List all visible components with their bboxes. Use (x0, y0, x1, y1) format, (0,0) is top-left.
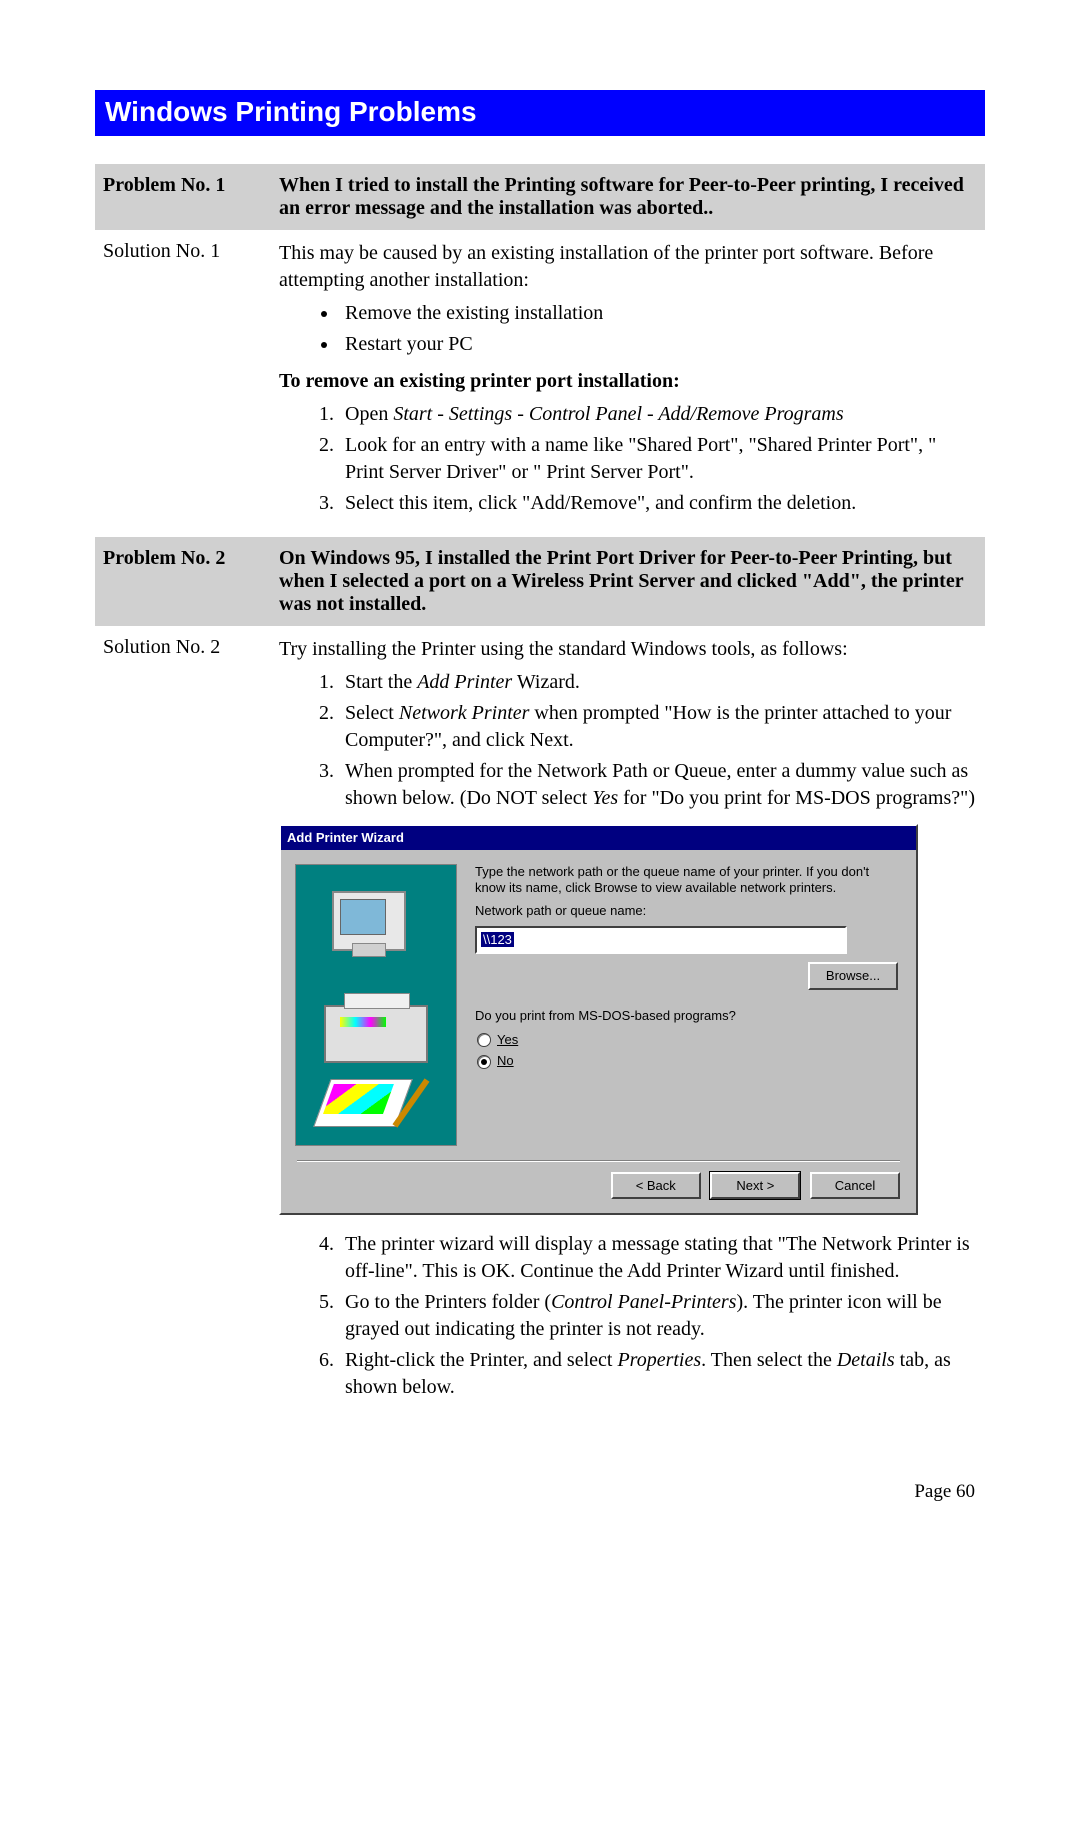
step-text: for "Do you print for MS-DOS programs?") (618, 787, 975, 809)
solution-row: Solution No. 2 Try installing the Printe… (95, 626, 985, 1421)
step-text: Right-click the Printer, and select (345, 1349, 617, 1371)
document-page: Windows Printing Problems Problem No. 1 … (0, 0, 1080, 1543)
radio-no-row[interactable]: No (477, 1052, 900, 1070)
dialog-body: Type the network path or the queue name … (281, 850, 916, 1154)
section-heading: Windows Printing Problems (95, 90, 985, 136)
radio-no-label: No (497, 1053, 514, 1068)
step-text: Start the (345, 671, 417, 693)
msdos-question: Do you print from MS-DOS-based programs? (475, 1008, 900, 1025)
solution-label: Solution No. 2 (95, 626, 271, 1421)
wizard-screenshot: Add Printer Wizard Type the network path… (279, 824, 977, 1215)
monitor-icon (332, 891, 406, 951)
next-button[interactable]: Next > (710, 1172, 800, 1200)
list-item: Select this item, click "Add/Remove", an… (339, 490, 977, 517)
step-text: Select this item, click "Add/Remove", an… (345, 492, 856, 514)
list-item: Look for an entry with a name like "Shar… (339, 432, 977, 486)
list-item: The printer wizard will display a messag… (339, 1231, 977, 1285)
step-italic: Start - Settings - Control Panel - Add/R… (393, 403, 843, 425)
problem-label: Problem No. 1 (95, 164, 271, 230)
dialog-title-bar: Add Printer Wizard (281, 826, 916, 850)
dialog-button-row: < Back Next > Cancel (281, 1162, 916, 1214)
step-italic: Add Printer (417, 671, 512, 693)
printer-icon (324, 1005, 428, 1063)
wizard-form-panel: Type the network path or the queue name … (475, 864, 900, 1146)
list-item: When prompted for the Network Path or Qu… (339, 758, 977, 812)
step-italic: Details (837, 1349, 895, 1371)
wizard-description: Type the network path or the queue name … (475, 864, 900, 898)
back-button[interactable]: < Back (611, 1172, 701, 1200)
step-text: Go to the Printers folder ( (345, 1291, 551, 1313)
step-text: Select (345, 702, 399, 724)
field-label: Network path or queue name: (475, 903, 900, 920)
solution-intro: This may be caused by an existing instal… (279, 240, 977, 294)
list-item: Select Network Printer when prompted "Ho… (339, 700, 977, 754)
step-italic: Yes (592, 787, 618, 809)
step-text: Open (345, 403, 393, 425)
solution-body: This may be caused by an existing instal… (271, 230, 985, 537)
step-italic: Network Printer (399, 702, 530, 724)
add-printer-wizard-dialog: Add Printer Wizard Type the network path… (279, 824, 918, 1215)
problem-title: On Windows 95, I installed the Print Por… (271, 537, 985, 626)
step-text: Wizard. (512, 671, 580, 693)
problem-title: When I tried to install the Printing sof… (271, 164, 985, 230)
problem-header-row: Problem No. 2 On Windows 95, I installed… (95, 537, 985, 626)
radio-yes-row[interactable]: Yes (477, 1031, 900, 1049)
cancel-button[interactable]: Cancel (810, 1172, 900, 1200)
radio-icon (477, 1055, 491, 1069)
solution-label: Solution No. 1 (95, 230, 271, 537)
step-text: . Then select the (701, 1349, 837, 1371)
problem-header-row: Problem No. 1 When I tried to install th… (95, 164, 985, 230)
list-item: Restart your PC (339, 331, 977, 358)
ordered-steps: Start the Add Printer Wizard. Select Net… (279, 669, 977, 812)
solution-intro: Try installing the Printer using the sta… (279, 636, 977, 663)
list-item: Remove the existing installation (339, 300, 977, 327)
input-value: \\123 (481, 932, 514, 947)
radio-icon (477, 1033, 491, 1047)
radio-yes-label: Yes (497, 1032, 518, 1047)
step-italic: Control Panel-Printers (551, 1291, 736, 1313)
page-number: Page 60 (95, 1481, 985, 1503)
problems-table: Problem No. 1 When I tried to install th… (95, 164, 985, 1421)
list-item: Start the Add Printer Wizard. (339, 669, 977, 696)
bullet-list: Remove the existing installation Restart… (279, 300, 977, 358)
list-item: Right-click the Printer, and select Prop… (339, 1347, 977, 1401)
problem-label: Problem No. 2 (95, 537, 271, 626)
solution-row: Solution No. 1 This may be caused by an … (95, 230, 985, 537)
sub-heading: To remove an existing printer port insta… (279, 368, 977, 395)
step-text: Look for an entry with a name like "Shar… (345, 434, 936, 483)
step-text: The printer wizard will display a messag… (345, 1233, 970, 1282)
network-path-input[interactable]: \\123 (475, 926, 847, 954)
ordered-steps-continued: The printer wizard will display a messag… (279, 1231, 977, 1401)
browse-button[interactable]: Browse... (808, 962, 898, 990)
list-item: Open Start - Settings - Control Panel - … (339, 401, 977, 428)
ordered-steps: Open Start - Settings - Control Panel - … (279, 401, 977, 517)
step-italic: Properties (617, 1349, 701, 1371)
solution-body: Try installing the Printer using the sta… (271, 626, 985, 1421)
wizard-graphic-panel (295, 864, 457, 1146)
list-item: Go to the Printers folder (Control Panel… (339, 1289, 977, 1343)
